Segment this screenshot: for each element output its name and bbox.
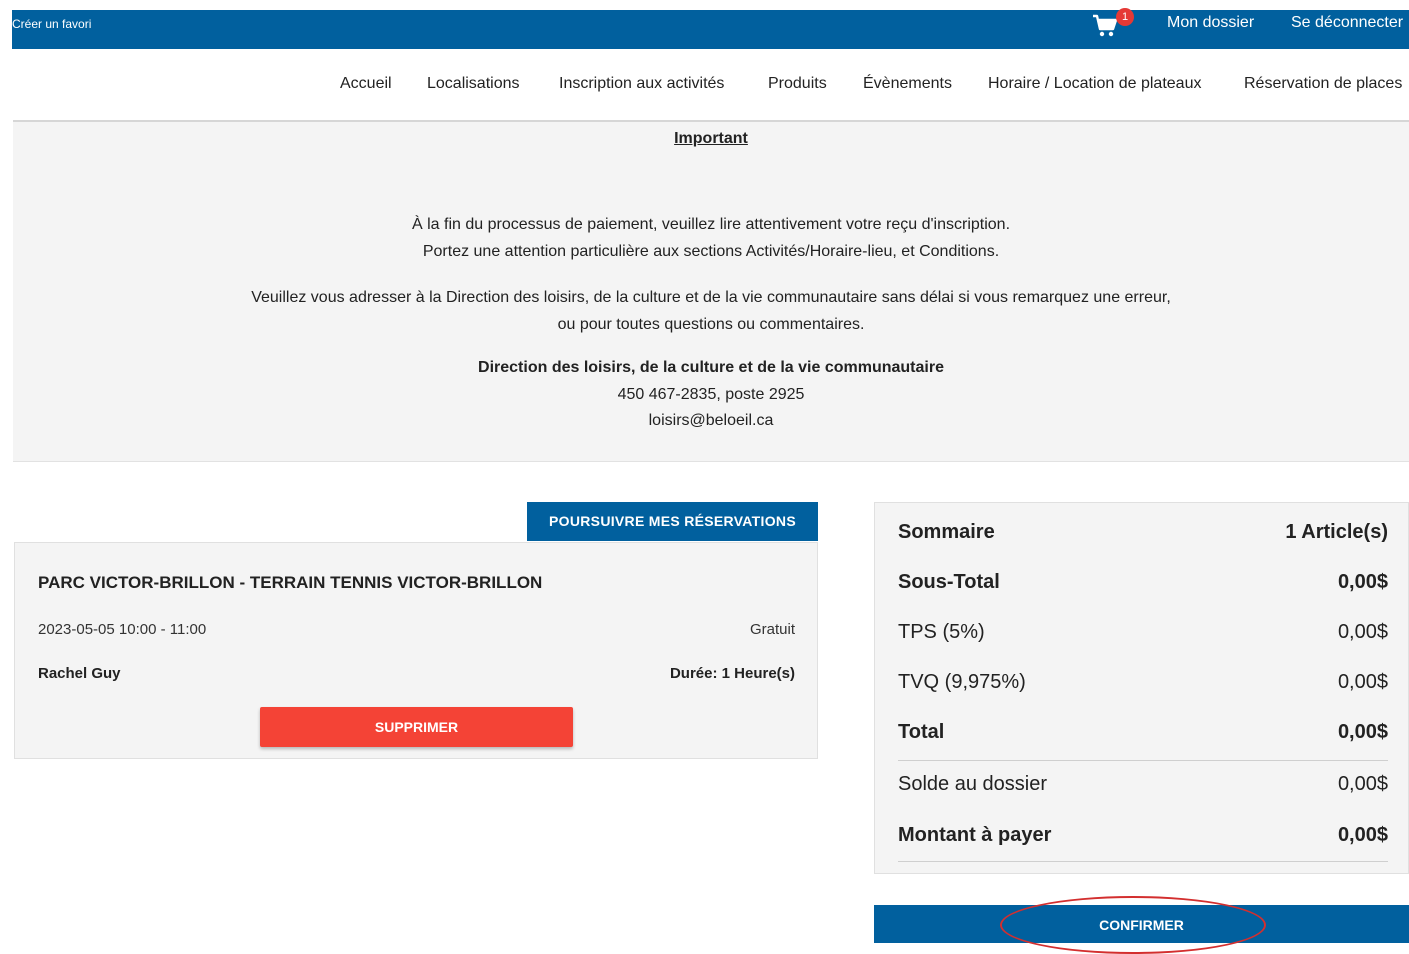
cart-count-badge: 1 [1116,8,1134,26]
amount-due-row: Montant à payer 0,00$ [898,824,1388,854]
nav-item-locations[interactable]: Localisations [427,75,520,93]
total-value: 0,00$ [1337,721,1388,743]
contact-phone: 450 467-2835, poste 2925 [617,386,805,403]
balance-label: Solde au dossier [898,773,1047,795]
notice-line-3: Veuillez vous adresser à la Direction de… [251,289,1171,306]
notice-line-1: À la fin du processus de paiement, veuil… [411,216,1011,233]
tps-row: TPS (5%) 0,00$ [898,621,1388,651]
reservation-name: PARC VICTOR-BRILLON - TERRAIN TENNIS VIC… [38,573,543,592]
total-label: Total [898,721,945,743]
subtotal-label: Sous-Total [898,571,1000,593]
summary-divider [898,760,1388,761]
order-summary: Sommaire 1 Article(s) Sous-Total 0,00$ T… [874,502,1409,874]
balance-row: Solde au dossier 0,00$ [898,773,1388,803]
summary-title: Sommaire [898,521,995,543]
top-bar: Créer un favori 1 Mon dossier Se déconne… [12,8,1409,49]
contact-name: Direction des loisirs, de la culture et … [478,359,944,376]
tvq-value: 0,00$ [1337,671,1388,693]
nav-item-seat-reservation[interactable]: Réservation de places [1244,75,1402,93]
nav-item-events[interactable]: Évènements [863,75,952,93]
summary-header: Sommaire 1 Article(s) [898,521,1388,551]
reservation-card: PARC VICTOR-BRILLON - TERRAIN TENNIS VIC… [14,542,818,759]
amount-due-value: 0,00$ [1337,824,1388,846]
notice-line-4: ou pour toutes questions ou commentaires… [557,316,865,333]
nav-item-activities[interactable]: Inscription aux activités [559,75,724,93]
reservation-person: Rachel Guy [38,665,121,682]
summary-count: 1 Article(s) [1285,521,1388,543]
balance-value: 0,00$ [1337,773,1388,795]
reservation-duration: Durée: 1 Heure(s) [669,665,795,682]
cart-icon-svg [1093,14,1118,37]
reservation-datetime: 2023-05-05 10:00 - 11:00 [38,621,207,638]
tps-label: TPS (5%) [898,621,985,643]
summary-bottom-divider [898,861,1388,862]
nav-item-products[interactable]: Produits [768,75,827,93]
nav-item-home[interactable]: Accueil [340,75,392,93]
important-title: Important [674,130,748,147]
important-notice: Important À la fin du processus de paiem… [13,120,1409,462]
contact-email: loisirs@beloeil.ca [648,412,774,429]
reservation-price: Gratuit [749,621,795,638]
tvq-row: TVQ (9,975%) 0,00$ [898,671,1388,701]
logout-link[interactable]: Se déconnecter [1291,14,1403,32]
notice-line-2: Portez une attention particulière aux se… [422,243,1000,260]
main-nav: Accueil Localisations Inscription aux ac… [0,75,1409,97]
create-favorite-link[interactable]: Créer un favori [12,17,91,31]
delete-button[interactable]: SUPPRIMER [260,707,573,747]
subtotal-row: Sous-Total 0,00$ [898,571,1388,601]
subtotal-value: 0,00$ [1337,571,1388,593]
amount-due-label: Montant à payer [898,824,1052,846]
tvq-label: TVQ (9,975%) [898,671,1026,693]
continue-reservations-button[interactable]: POURSUIVRE MES RÉSERVATIONS [527,502,818,541]
create-favorite-label: Créer un favori [12,17,92,31]
my-file-link[interactable]: Mon dossier [1167,14,1254,32]
total-row: Total 0,00$ [898,721,1388,751]
cart-icon[interactable] [1092,14,1118,38]
confirm-button[interactable]: CONFIRMER [874,905,1409,943]
tps-value: 0,00$ [1337,621,1388,643]
nav-item-schedule[interactable]: Horaire / Location de plateaux [988,75,1201,93]
